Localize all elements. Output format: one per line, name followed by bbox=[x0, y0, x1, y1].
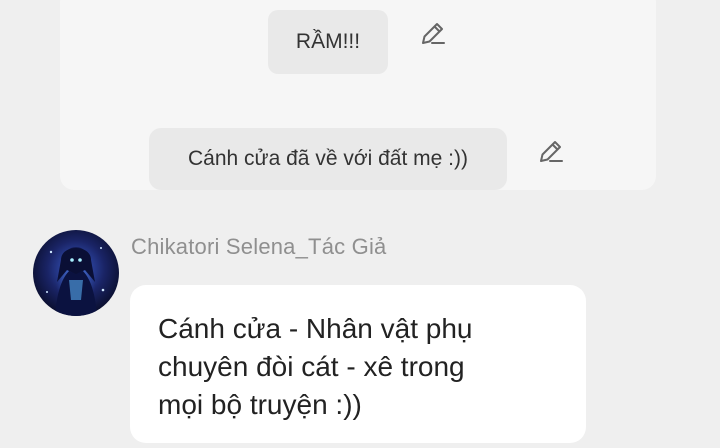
reply-text-line: chuyên đòi cát - xê trong bbox=[158, 351, 465, 382]
pencil-icon[interactable] bbox=[419, 19, 447, 47]
reply-bubble: Cánh cửa - Nhân vật phụ chuyên đòi cát -… bbox=[130, 285, 586, 443]
message-text: RẦM!!! bbox=[295, 30, 361, 53]
message-bubble: RẦM!!! bbox=[268, 10, 388, 74]
pencil-icon[interactable] bbox=[537, 137, 565, 165]
author-name[interactable]: Chikatori Selena_Tác Giả bbox=[131, 234, 386, 260]
avatar[interactable] bbox=[33, 230, 119, 316]
reply-text-line: Cánh cửa - Nhân vật phụ bbox=[158, 313, 473, 344]
message-bubble: Cánh cửa đã về với đất mẹ :)) bbox=[149, 128, 507, 190]
message-text: Cánh cửa đã về với đất mẹ :)) bbox=[188, 147, 468, 170]
reply-text-line: mọi bộ truyện :)) bbox=[158, 389, 362, 420]
